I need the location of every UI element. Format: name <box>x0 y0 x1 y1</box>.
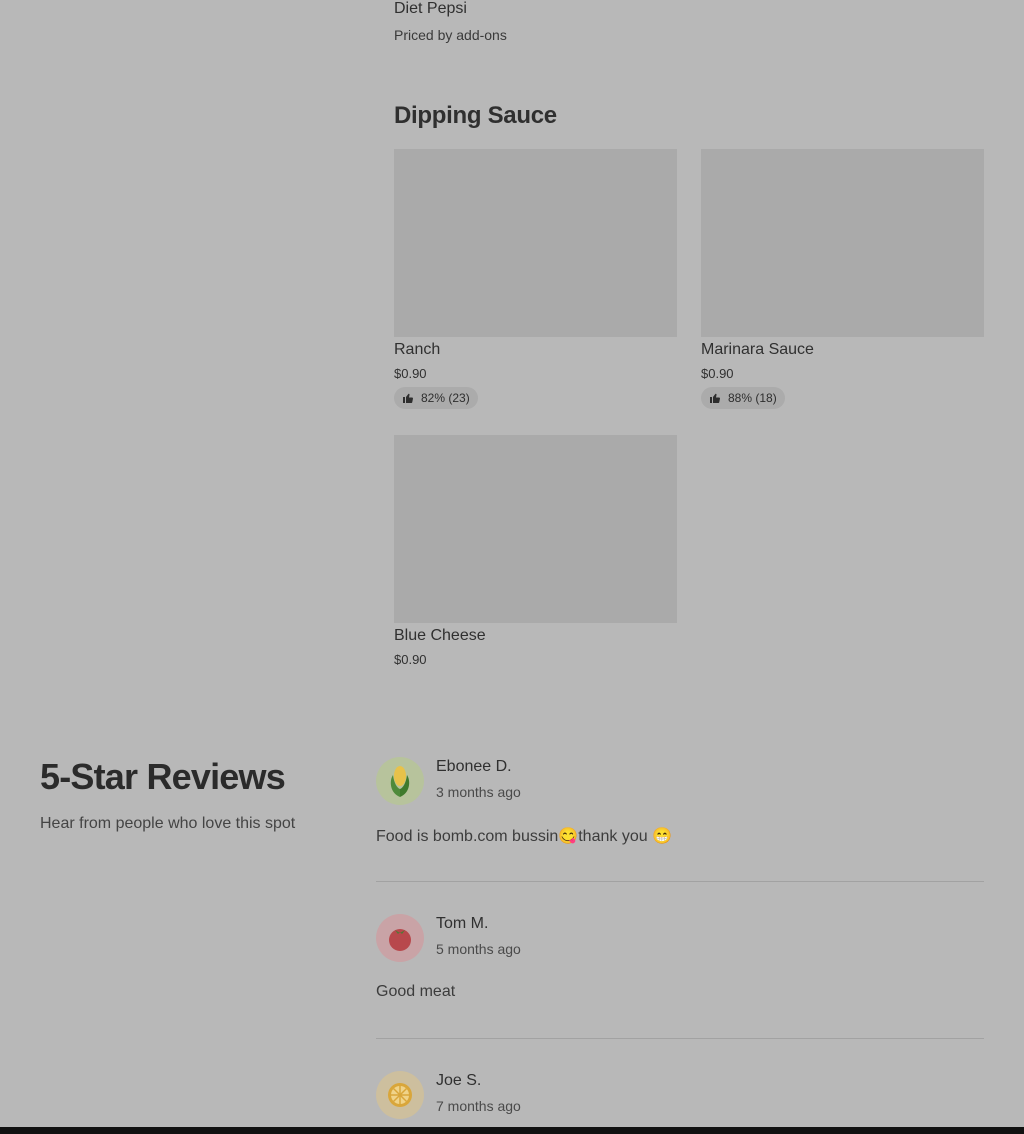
review-time: 7 months ago <box>436 1098 521 1114</box>
divider <box>376 1038 984 1039</box>
item-price: $0.90 <box>701 366 734 381</box>
rating-badge: 82% (23) <box>394 387 478 409</box>
corn-icon <box>390 766 410 797</box>
reviewer-name: Joe S. <box>436 1072 482 1089</box>
reviewer-name: Tom M. <box>436 915 489 932</box>
tomato-icon <box>389 929 411 951</box>
menu-item-card-blue-cheese[interactable]: Blue Cheese $0.90 <box>394 435 677 675</box>
reviews-subtitle: Hear from people who love this spot <box>40 815 296 832</box>
item-image[interactable] <box>394 435 677 623</box>
item-name: Blue Cheese <box>394 627 486 644</box>
rating-badge: 88% (18) <box>701 387 785 409</box>
thumbs-up-icon <box>710 393 720 404</box>
item-name: Marinara Sauce <box>701 341 814 358</box>
item-name-diet-pepsi[interactable]: Diet Pepsi <box>394 0 467 18</box>
reviewer-name: Ebonee D. <box>436 758 512 775</box>
rating-text: 88% (18) <box>728 391 777 405</box>
item-price: $0.90 <box>394 366 427 381</box>
item-name: Ranch <box>394 341 441 358</box>
item-price: $0.90 <box>394 652 427 667</box>
review-time: 5 months ago <box>436 941 521 957</box>
section-title-dipping-sauce: Dipping Sauce <box>394 102 557 129</box>
review-text: Good meat <box>376 983 456 1000</box>
lemon-slice-icon <box>388 1083 412 1107</box>
menu-item-card-marinara-sauce[interactable]: Marinara Sauce $0.90 88% (18) <box>701 149 984 419</box>
avatar <box>376 757 424 805</box>
menu-item-card-ranch[interactable]: Ranch $0.90 82% (23) <box>394 149 677 419</box>
bottom-bar <box>0 1127 1024 1134</box>
review-time: 3 months ago <box>436 784 521 800</box>
item-image[interactable] <box>394 149 677 337</box>
thumbs-up-icon <box>403 393 413 404</box>
reviews-title: 5-Star Reviews <box>40 756 286 797</box>
item-image[interactable] <box>701 149 984 337</box>
review-text: Food is bomb.com bussin😋thank you 😁 <box>376 828 672 845</box>
avatar <box>376 1071 424 1119</box>
avatar <box>376 914 424 962</box>
item-price-text: Priced by add-ons <box>394 27 507 43</box>
rating-text: 82% (23) <box>421 391 470 405</box>
divider <box>376 881 984 882</box>
